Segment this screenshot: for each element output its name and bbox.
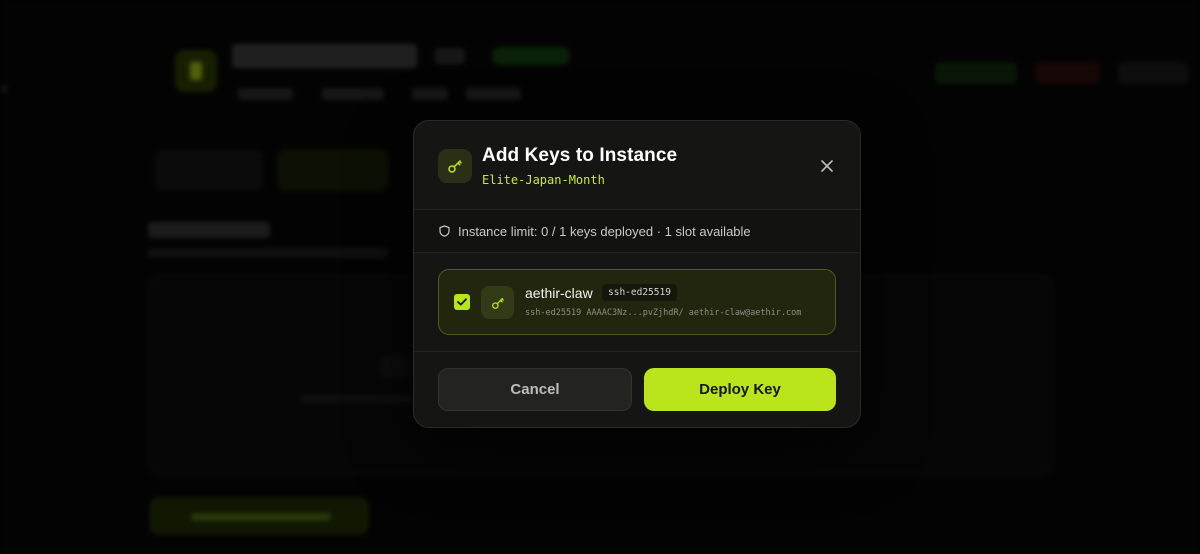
background-section-description bbox=[148, 248, 388, 258]
close-button[interactable] bbox=[816, 155, 838, 177]
background-decoration bbox=[0, 85, 8, 93]
background-meta-item bbox=[412, 88, 448, 100]
key-list-item[interactable]: aethir-claw ssh-ed25519 ssh-ed25519 AAAA… bbox=[438, 269, 836, 335]
background-empty-icon bbox=[380, 356, 410, 378]
modal-title: Add Keys to Instance bbox=[482, 145, 678, 166]
background-status-badge bbox=[492, 47, 570, 65]
background-meta-item bbox=[238, 88, 293, 100]
instance-limit-bar: Instance limit: 0 / 1 keys deployed · 1 … bbox=[414, 210, 860, 253]
key-name: aethir-claw bbox=[525, 285, 593, 301]
key-icon bbox=[438, 149, 472, 183]
background-action-button bbox=[1035, 62, 1100, 84]
close-icon bbox=[821, 160, 833, 172]
background-title-tag bbox=[435, 48, 465, 64]
background-meta-item bbox=[466, 88, 521, 100]
background-section-title bbox=[148, 222, 270, 238]
background-instance-avatar bbox=[175, 50, 217, 92]
key-fingerprint: ssh-ed25519 AAAAC3Nz...pvZjhdR/ aethir-c… bbox=[525, 308, 802, 318]
background-action-button bbox=[935, 62, 1017, 84]
modal-header: Add Keys to Instance Elite-Japan-Month bbox=[414, 121, 860, 210]
background-add-key-button bbox=[150, 498, 368, 534]
check-icon bbox=[457, 298, 467, 306]
key-type-badge: ssh-ed25519 bbox=[602, 284, 677, 301]
background-instance-title bbox=[232, 44, 417, 68]
deploy-key-button[interactable]: Deploy Key bbox=[644, 368, 836, 411]
cancel-button[interactable]: Cancel bbox=[438, 368, 632, 411]
shield-icon bbox=[439, 225, 450, 237]
instance-limit-text: Instance limit: 0 / 1 keys deployed · 1 … bbox=[458, 223, 751, 239]
background-meta-item bbox=[322, 88, 384, 100]
instance-name: Elite-Japan-Month bbox=[482, 173, 605, 187]
key-icon bbox=[481, 286, 514, 319]
add-keys-modal: Add Keys to Instance Elite-Japan-Month I… bbox=[413, 120, 861, 428]
modal-footer: Cancel Deploy Key bbox=[414, 351, 860, 427]
background-action-button bbox=[1118, 62, 1188, 84]
key-checkbox[interactable] bbox=[454, 294, 470, 310]
background-tab bbox=[155, 150, 263, 190]
background-tab-active bbox=[278, 150, 388, 190]
